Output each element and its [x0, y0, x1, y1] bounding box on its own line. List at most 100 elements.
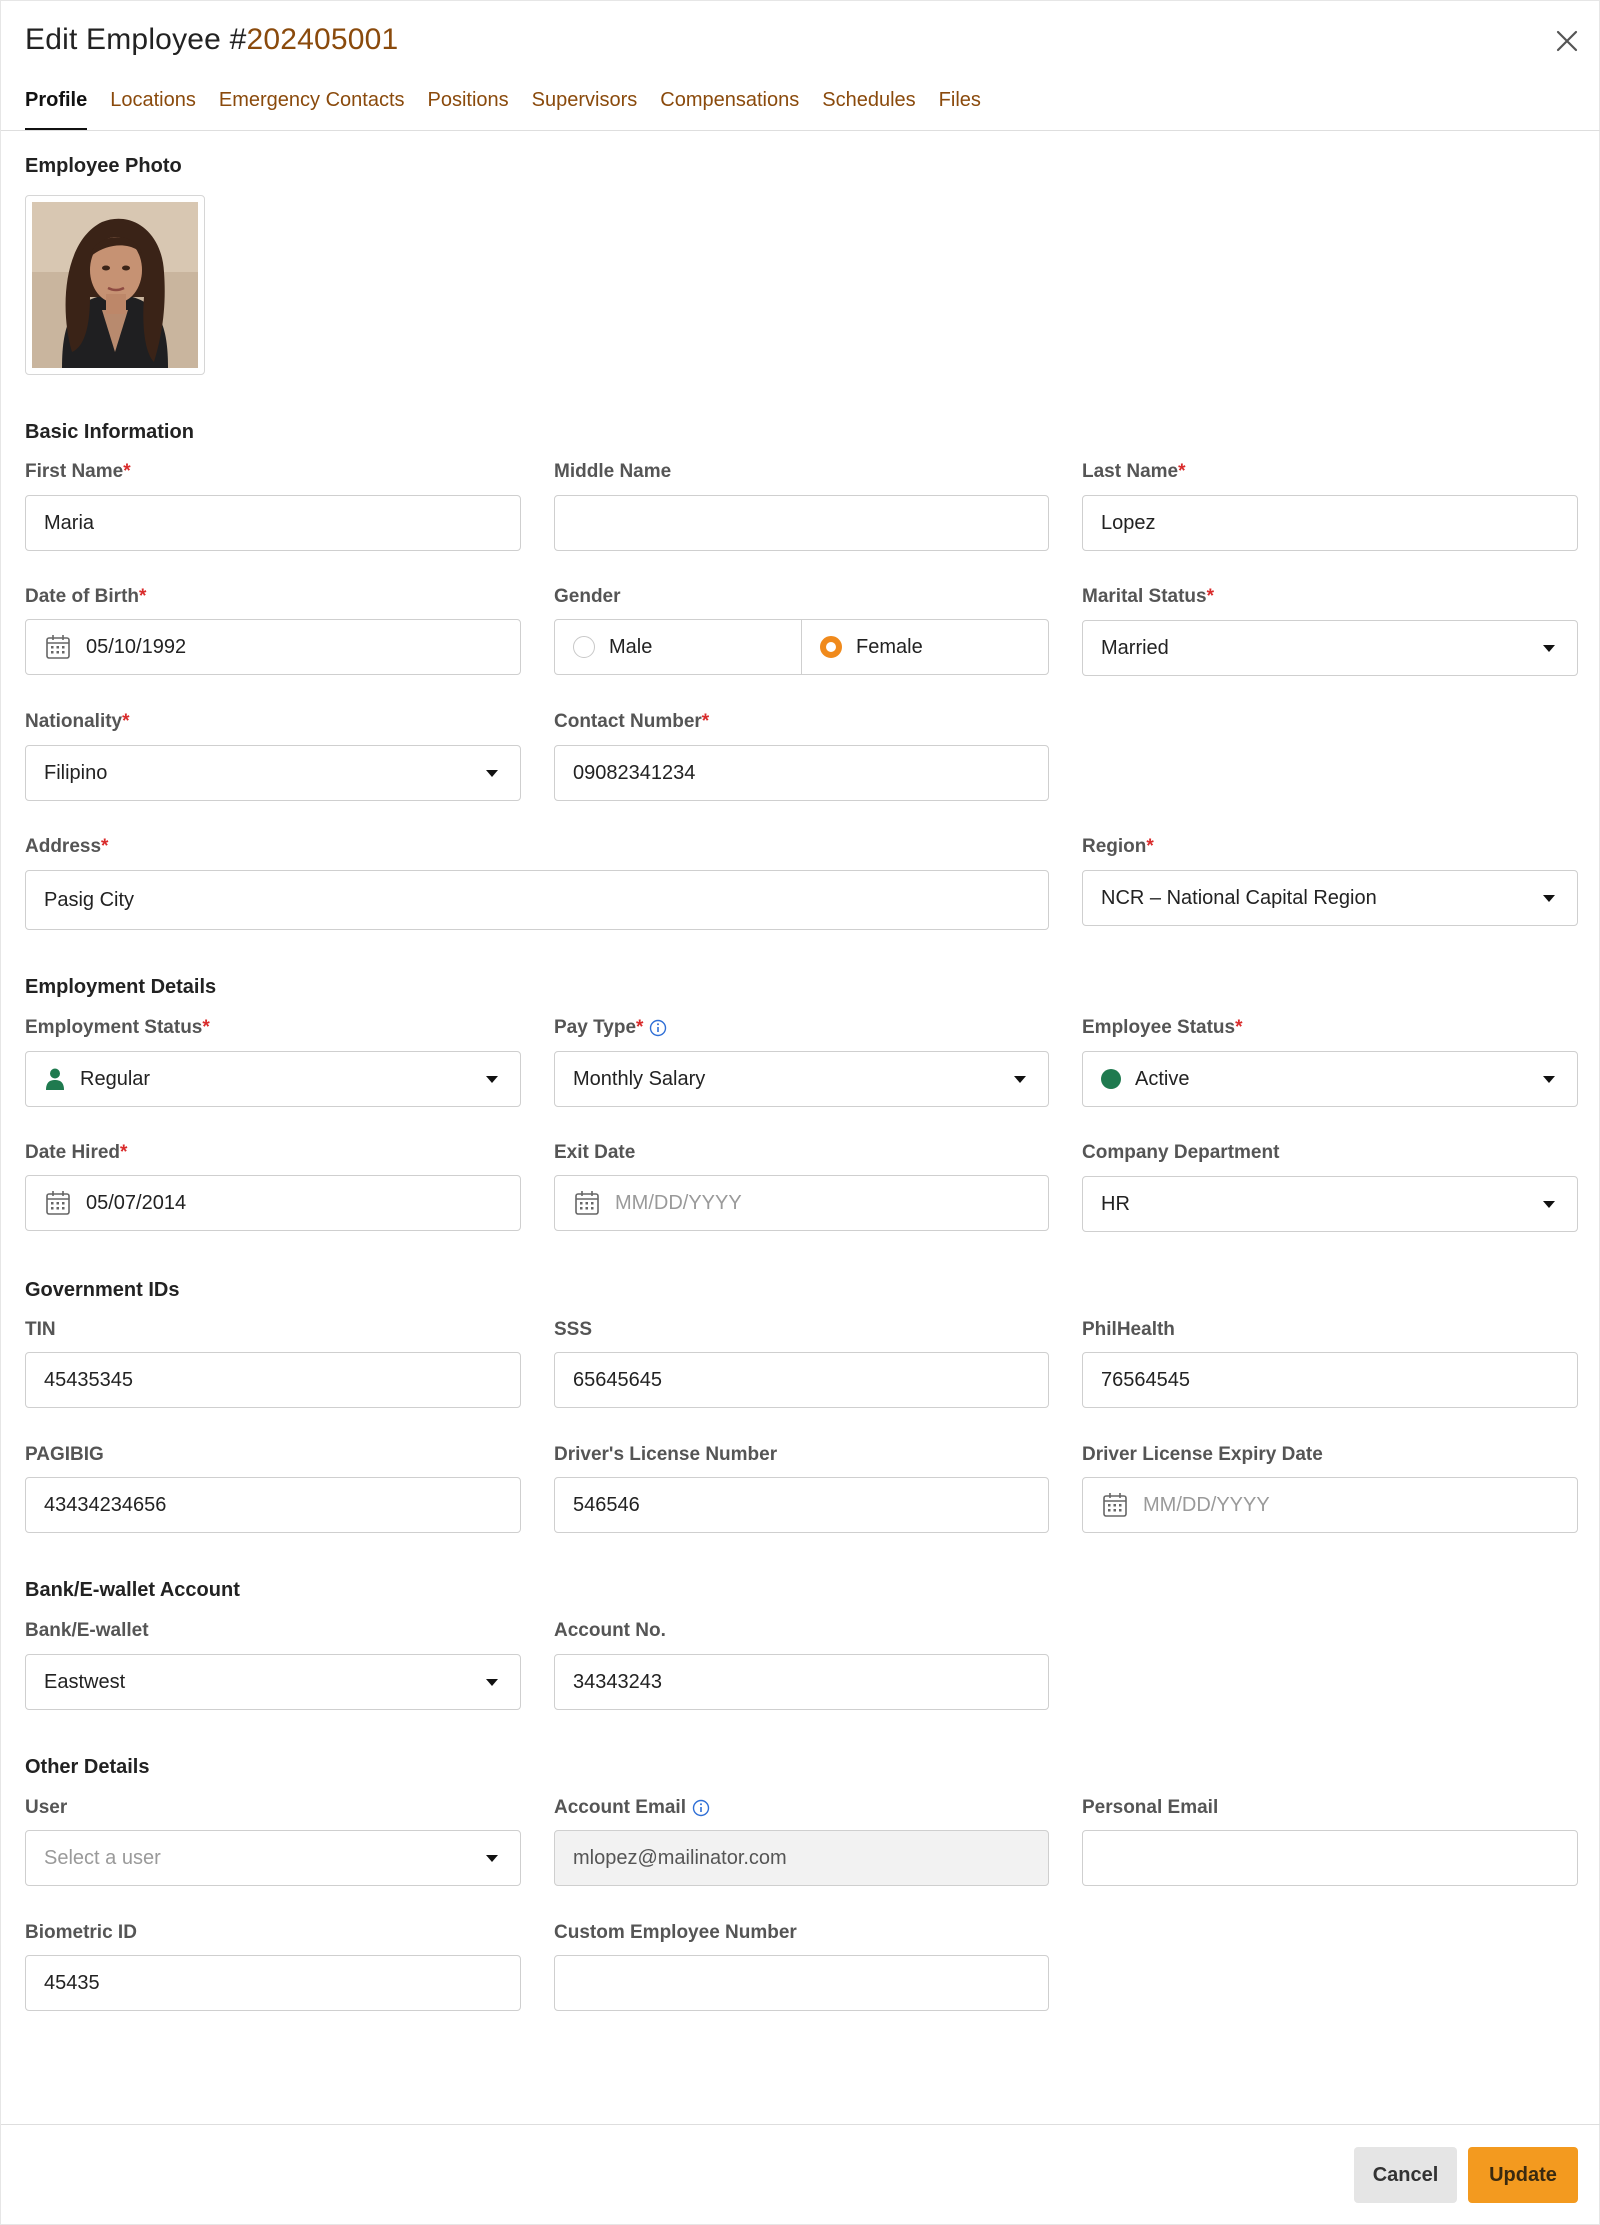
gender-option-male[interactable]: Male	[555, 620, 801, 674]
chevron-down-icon	[1543, 1076, 1555, 1083]
address-field[interactable]: Pasig City	[25, 870, 1049, 930]
cancel-button[interactable]: Cancel	[1354, 2147, 1457, 2203]
pay-type-select[interactable]: Monthly Salary	[554, 1051, 1049, 1107]
account-email-label-text: Account Email	[554, 1797, 686, 1818]
tab-files[interactable]: Files	[939, 85, 981, 131]
contact-number-value: 09082341234	[573, 761, 696, 784]
last-name-field[interactable]: Lopez	[1082, 495, 1578, 551]
employee-status-label: Employee Status*	[1082, 1017, 1243, 1038]
employee-photo	[32, 202, 198, 368]
account-no-value: 34343243	[573, 1670, 662, 1693]
marital-status-select[interactable]: Married	[1082, 620, 1578, 676]
info-icon[interactable]	[692, 1799, 710, 1817]
middle-name-field[interactable]	[554, 495, 1049, 551]
sss-label: SSS	[554, 1319, 593, 1340]
tab-emergency-contacts[interactable]: Emergency Contacts	[219, 85, 405, 131]
date-hired-field[interactable]: 05/07/2014	[25, 1175, 521, 1231]
radio-male[interactable]	[573, 636, 595, 658]
date-hired-label: Date Hired*	[25, 1142, 128, 1163]
nationality-select[interactable]: Filipino	[25, 745, 521, 801]
tin-field[interactable]: 45435345	[25, 1352, 521, 1408]
date-hired-value: 05/07/2014	[86, 1191, 187, 1214]
user-placeholder: Select a user	[44, 1846, 161, 1869]
contact-number-field[interactable]: 09082341234	[554, 745, 1049, 801]
gender-label: Gender	[554, 586, 621, 607]
first-name-label-text: First Name	[25, 461, 124, 482]
close-icon[interactable]	[1553, 27, 1581, 55]
middle-name-label: Middle Name	[554, 461, 672, 482]
person-icon	[46, 1068, 64, 1090]
drivers-license-value: 546546	[573, 1493, 640, 1516]
sss-field[interactable]: 65645645	[554, 1352, 1049, 1408]
radio-female[interactable]	[820, 636, 842, 658]
exit-date-placeholder: MM/DD/YYYY	[615, 1191, 742, 1214]
employment-status-label: Employment Status*	[25, 1017, 210, 1038]
chevron-down-icon	[486, 1679, 498, 1686]
exit-date-field[interactable]: MM/DD/YYYY	[554, 1175, 1049, 1231]
drivers-license-field[interactable]: 546546	[554, 1477, 1049, 1533]
tin-value: 45435345	[44, 1368, 133, 1391]
department-select[interactable]: HR	[1082, 1176, 1578, 1232]
pagibig-label: PAGIBIG	[25, 1444, 104, 1465]
region-label: Region*	[1082, 836, 1154, 857]
pagibig-field[interactable]: 43434234656	[25, 1477, 521, 1533]
pay-type-label: Pay Type*	[554, 1017, 667, 1039]
department-value: HR	[1101, 1192, 1130, 1215]
account-email-field: mlopez@mailinator.com	[554, 1830, 1049, 1886]
tin-label: TIN	[25, 1319, 56, 1340]
marital-status-value: Married	[1101, 636, 1169, 659]
title-prefix: Edit Employee #	[25, 23, 247, 56]
biometric-field[interactable]: 45435	[25, 1955, 521, 2011]
dob-value: 05/10/1992	[86, 635, 187, 658]
date-hired-label-text: Date Hired	[25, 1142, 121, 1163]
region-select[interactable]: NCR – National Capital Region	[1082, 870, 1578, 926]
employment-status-select[interactable]: Regular	[25, 1051, 521, 1107]
tab-compensations[interactable]: Compensations	[660, 85, 799, 131]
employment-details-heading: Employment Details	[25, 976, 217, 998]
employment-status-value: Regular	[80, 1067, 151, 1090]
calendar-icon	[46, 635, 70, 659]
tab-supervisors[interactable]: Supervisors	[532, 85, 638, 131]
bank-select[interactable]: Eastwest	[25, 1654, 521, 1710]
first-name-field[interactable]: Maria	[25, 495, 521, 551]
license-expiry-placeholder: MM/DD/YYYY	[1143, 1493, 1270, 1516]
account-email-label: Account Email	[554, 1797, 710, 1819]
account-no-field[interactable]: 34343243	[554, 1654, 1049, 1710]
gender-option-female[interactable]: Female	[801, 620, 1048, 674]
contact-number-label-text: Contact Number	[554, 711, 702, 732]
tabs-divider	[1, 130, 1600, 131]
biometric-label: Biometric ID	[25, 1922, 137, 1943]
tab-locations[interactable]: Locations	[110, 85, 196, 131]
personal-email-field[interactable]	[1082, 1830, 1578, 1886]
basic-info-heading: Basic Information	[25, 421, 194, 443]
nationality-label: Nationality*	[25, 711, 130, 732]
chevron-down-icon	[486, 1855, 498, 1862]
edit-employee-modal: Edit Employee #202405001 Profile Locatio…	[0, 0, 1600, 2225]
tab-positions[interactable]: Positions	[428, 85, 509, 131]
pagibig-value: 43434234656	[44, 1493, 167, 1516]
dob-field[interactable]: 05/10/1992	[25, 619, 521, 675]
license-expiry-field[interactable]: MM/DD/YYYY	[1082, 1477, 1578, 1533]
region-value: NCR – National Capital Region	[1101, 886, 1377, 909]
employment-status-label-text: Employment Status	[25, 1017, 203, 1038]
employee-number: 202405001	[246, 23, 399, 56]
bank-heading: Bank/E-wallet Account	[25, 1579, 240, 1601]
gender-male-label: Male	[609, 635, 653, 658]
calendar-icon	[575, 1191, 599, 1215]
employee-status-select[interactable]: Active	[1082, 1051, 1578, 1107]
biometric-value: 45435	[44, 1971, 100, 1994]
gender-radio-group: Male Female	[554, 619, 1049, 675]
tab-schedules[interactable]: Schedules	[822, 85, 915, 131]
update-button[interactable]: Update	[1468, 2147, 1578, 2203]
info-icon[interactable]	[649, 1019, 667, 1037]
philhealth-label: PhilHealth	[1082, 1319, 1175, 1340]
chevron-down-icon	[1543, 1201, 1555, 1208]
tab-profile[interactable]: Profile	[25, 85, 88, 131]
other-details-heading: Other Details	[25, 1756, 150, 1778]
photo-upload[interactable]	[25, 195, 205, 375]
user-select[interactable]: Select a user	[25, 1830, 521, 1886]
calendar-icon	[1103, 1493, 1127, 1517]
department-label: Company Department	[1082, 1142, 1280, 1163]
custom-number-field[interactable]	[554, 1955, 1049, 2011]
philhealth-field[interactable]: 76564545	[1082, 1352, 1578, 1408]
